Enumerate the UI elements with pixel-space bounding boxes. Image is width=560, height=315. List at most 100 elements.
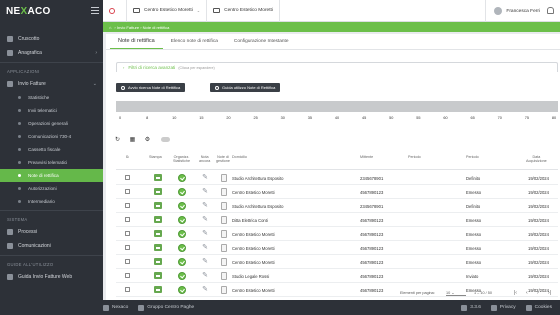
toggle-switch[interactable]: [161, 137, 170, 142]
document-icon[interactable]: [221, 272, 227, 280]
sidebar: NEXACO Cruscotto Anagrafica › APPLICAZIO…: [0, 0, 103, 300]
sidebar-subitem-intermediario[interactable]: Intermediario: [0, 195, 103, 208]
row-checkbox[interactable]: [125, 273, 130, 278]
footer-privacy[interactable]: Privacy: [490, 304, 516, 311]
column-header-data[interactable]: Data Acquisizione: [526, 155, 547, 163]
sidebar-subitem-statistiche[interactable]: Statistiche: [0, 91, 103, 104]
tab-note-di-rettifica[interactable]: Note di rettifica: [110, 33, 163, 49]
home-icon[interactable]: ⌂: [109, 25, 111, 30]
document-icon[interactable]: [221, 258, 227, 266]
footer-cookies[interactable]: Cookies: [525, 304, 552, 311]
printer-icon[interactable]: [154, 272, 162, 279]
cell-domicilio: Ditta Elettrica Conti: [232, 217, 268, 223]
hamburger-icon[interactable]: [91, 7, 99, 14]
sidebar-item-processi[interactable]: Processi: [0, 225, 103, 239]
sidebar-subitem-comunicazioni-730[interactable]: Comunicazioni 730-4: [0, 130, 103, 143]
last-page-icon[interactable]: ›|: [548, 290, 551, 296]
table-row[interactable]: ✎ Centro Estetico Moretti 4567890123 Emesso…: [116, 185, 558, 199]
footer-nexaco[interactable]: Nexaco: [103, 304, 128, 311]
sidebar-item-guida[interactable]: Guida Invio Fatture Web: [0, 270, 103, 284]
cell-domicilio: Centro Estetico Moretti: [232, 231, 275, 237]
help-icon: [215, 85, 219, 90]
user-menu[interactable]: Francesca Ferri: [485, 0, 540, 22]
column-header-stampa[interactable]: Stampa: [149, 155, 162, 159]
range-slider[interactable]: [116, 101, 558, 112]
printer-icon[interactable]: [154, 230, 162, 237]
row-checkbox[interactable]: [125, 175, 130, 180]
footer-privacy-label: Privacy: [499, 305, 516, 310]
column-header-stato[interactable]: Note di gestione: [216, 155, 230, 163]
column-header-organizz[interactable]: Organizz. Statistiche: [173, 155, 190, 163]
studio-selector-icon-cell[interactable]: [103, 0, 127, 22]
gear-icon[interactable]: ⚙: [144, 136, 151, 143]
document-icon[interactable]: [221, 244, 227, 252]
edit-icon[interactable]: ✎: [201, 272, 209, 280]
edit-icon[interactable]: ✎: [201, 202, 209, 210]
sidebar-item-invio-fatture[interactable]: Invio Fatture ⌄: [0, 77, 103, 91]
table-row[interactable]: ✎ Centro Estetico Moretti 4567890123 Emesso…: [116, 227, 558, 241]
row-checkbox[interactable]: [125, 203, 130, 208]
column-header-mittente[interactable]: Mittente: [360, 155, 373, 159]
document-icon[interactable]: [221, 188, 227, 196]
column-header-domicilio[interactable]: Domicilio: [232, 155, 247, 159]
edit-icon[interactable]: ✎: [201, 258, 209, 266]
first-page-icon[interactable]: |‹: [514, 290, 517, 296]
edit-icon[interactable]: ✎: [201, 230, 209, 238]
table-row[interactable]: ✎ Studio Architettura Esposito 2345678901 D…: [116, 171, 558, 185]
grid-icon[interactable]: ▦: [129, 136, 136, 143]
studio-selector-1[interactable]: Centro Estetico Moretti ⌄: [127, 0, 208, 22]
printer-icon[interactable]: [154, 258, 162, 265]
edit-icon[interactable]: ✎: [201, 174, 209, 182]
sidebar-subitem-invii-telematici[interactable]: Invii telematici: [0, 104, 103, 117]
sidebar-subitem-note-di-rettifica[interactable]: Note di rettifica: [0, 169, 103, 182]
sidebar-item-comunicazioni[interactable]: Comunicazioni: [0, 239, 103, 253]
guida-utilizzo-button[interactable]: Guida utilizzo Note di Rettifica: [210, 83, 281, 92]
edit-icon[interactable]: ✎: [201, 188, 209, 196]
column-header-periodo-stato[interactable]: Periodo: [466, 155, 479, 159]
bell-icon[interactable]: [547, 7, 554, 14]
edit-icon[interactable]: ✎: [201, 216, 209, 224]
row-checkbox[interactable]: [125, 245, 130, 250]
printer-icon[interactable]: [154, 202, 162, 209]
row-checkbox[interactable]: [125, 259, 130, 264]
printer-icon[interactable]: [154, 244, 162, 251]
document-icon[interactable]: [221, 174, 227, 182]
table-row[interactable]: ✎ Studio Legale Rossi 4567890123 Inviato 19/…: [116, 269, 558, 283]
refresh-icon[interactable]: ↻: [114, 136, 121, 143]
table-row[interactable]: ✎ Centro Estetico Moretti 4567890123 Emesso…: [116, 255, 558, 269]
prev-page-icon[interactable]: ‹: [526, 290, 528, 296]
sidebar-subitem-cassetto-fiscale[interactable]: Cassetto fiscale: [0, 143, 103, 156]
sidebar-item-anagrafica[interactable]: Anagrafica ›: [0, 46, 103, 60]
printer-icon[interactable]: [154, 174, 162, 181]
next-page-icon[interactable]: ›: [537, 290, 539, 296]
edit-icon[interactable]: ✎: [201, 244, 209, 252]
column-header-nota[interactable]: Nota ancora: [199, 155, 210, 163]
row-checkbox[interactable]: [125, 189, 130, 194]
tab-configurazione[interactable]: Configurazione Intestante: [226, 33, 297, 49]
per-page-select[interactable]: 10 ⌄: [446, 290, 466, 296]
row-checkbox[interactable]: [125, 217, 130, 222]
slider-tick: 60: [443, 116, 448, 120]
document-icon[interactable]: [221, 202, 227, 210]
avvio-ricerca-button[interactable]: Avvio ricerca Note di Rettifica: [116, 83, 186, 92]
printer-icon[interactable]: [154, 216, 162, 223]
footer-cookies-label: Cookies: [534, 305, 552, 310]
printer-icon[interactable]: [154, 188, 162, 195]
select-all-icon[interactable]: ⧉: [126, 155, 129, 159]
row-checkbox[interactable]: [125, 231, 130, 236]
breadcrumb-text[interactable]: › Invio Fatture › Note di rettifica: [114, 25, 169, 30]
table-row[interactable]: ✎ Centro Estetico Moretti 4567890123 Emesso…: [116, 241, 558, 255]
tab-elenco-note[interactable]: Elenco note di rettifica: [163, 33, 226, 49]
document-icon[interactable]: [221, 216, 227, 224]
advanced-filters[interactable]: › Filtri di ricerca avanzati (Clicca per…: [116, 62, 558, 72]
sidebar-item-cruscotto[interactable]: Cruscotto: [0, 32, 103, 46]
studio-selector-2[interactable]: Centro Estetico Moretti: [207, 0, 280, 22]
sidebar-subitem-autorizzazioni[interactable]: Autorizzazioni: [0, 182, 103, 195]
footer-gruppo[interactable]: Gruppo Centro Paghe: [138, 304, 194, 311]
document-icon[interactable]: [221, 230, 227, 238]
column-header-periodo[interactable]: Periodo: [408, 155, 421, 159]
table-row[interactable]: ✎ Ditta Elettrica Conti 4567890123 Emesso 19…: [116, 213, 558, 227]
sidebar-subitem-operazioni-generali[interactable]: Operazioni generali: [0, 117, 103, 130]
table-row[interactable]: ✎ Studio Architettura Esposito 2345678901 D…: [116, 199, 558, 213]
sidebar-subitem-preavvisi-telematici[interactable]: Preavvisi telematici: [0, 156, 103, 169]
